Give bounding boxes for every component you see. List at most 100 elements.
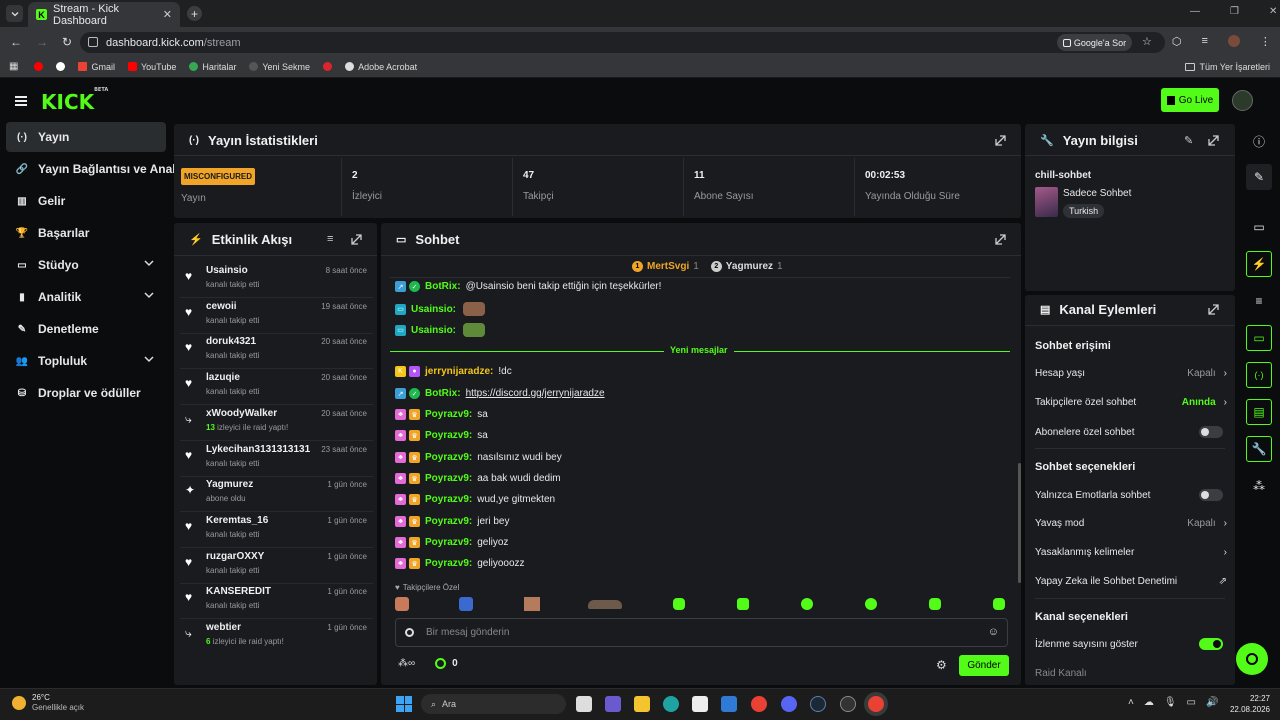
activity-item[interactable]: ✦ Yagmurez abone oldu 1 gün önce	[183, 476, 371, 510]
emotes-only-row[interactable]: Yalnızca Emotlarla sohbet	[1035, 489, 1227, 501]
emote-kick-green[interactable]	[737, 598, 749, 610]
chat-input[interactable]: Bir mesaj gönderin ☺	[395, 618, 1008, 647]
site-info-icon[interactable]	[88, 37, 98, 47]
chat-username[interactable]: jerrynijaradze:	[425, 366, 493, 377]
activity-username[interactable]: xWoodyWalker	[206, 408, 277, 419]
chat-username[interactable]: Poyrazv9:	[425, 430, 472, 441]
discord-icon[interactable]	[781, 696, 797, 712]
activity-item[interactable]: ♥ cewoii kanalı takip etti 19 saat önce	[183, 298, 371, 332]
emote-face[interactable]	[524, 597, 540, 611]
activity-username[interactable]: Usainsio	[206, 265, 248, 276]
chat-scrollbar[interactable]	[1018, 463, 1021, 583]
activity-item[interactable]: ♥ Lykecihan3131313131 kanalı takip etti …	[183, 441, 371, 475]
chat-emote[interactable]	[463, 302, 486, 316]
back-arrow-icon[interactable]: ←	[10, 35, 22, 49]
activity-username[interactable]: doruk4321	[206, 336, 256, 347]
popout-icon[interactable]	[1208, 304, 1219, 315]
weather-widget[interactable]: 26°C Genellikle açık	[12, 693, 84, 713]
kick-logo[interactable]: KICKBETA	[41, 87, 108, 114]
store-icon[interactable]	[692, 696, 708, 712]
steam-icon[interactable]	[810, 696, 826, 712]
browser-menu-icon[interactable]: ⋮	[1260, 35, 1271, 48]
url-field[interactable]: dashboard.kick.com/stream	[80, 32, 1165, 53]
banned-words-row[interactable]: Yasaklanmış kelimeler ›	[1035, 547, 1227, 558]
activity-item[interactable]: ♥ KANSEREDIT kanalı takip etti 1 gün önc…	[183, 583, 371, 617]
category-name[interactable]: Sadece Sohbet	[1063, 188, 1131, 199]
chat-username[interactable]: Usainsio:	[411, 325, 456, 336]
sidebar-item-analitik[interactable]: ▮ Analitik	[6, 282, 166, 312]
show-viewers-toggle[interactable]	[1199, 638, 1223, 650]
emote-kick-green[interactable]	[673, 598, 685, 610]
support-chat-button[interactable]	[1236, 643, 1268, 675]
bookmark-youtube[interactable]: YouTube	[127, 62, 176, 72]
emote-kick-green[interactable]	[993, 598, 1005, 610]
chat-username[interactable]: Poyrazv9:	[425, 452, 472, 463]
bookmark-new-tab[interactable]: Yeni Sekme	[249, 62, 310, 72]
activity-username[interactable]: Keremtas_16	[206, 515, 268, 526]
sidebar-item-gelir[interactable]: ▥ Gelir	[6, 186, 166, 216]
popout-icon[interactable]	[995, 135, 1006, 146]
chat-username[interactable]: Poyrazv9:	[425, 516, 472, 527]
chrome-active-icon[interactable]	[868, 696, 884, 712]
all-bookmarks[interactable]: Tüm Yer İşaretleri	[1185, 62, 1270, 72]
activity-username[interactable]: KANSEREDIT	[206, 586, 271, 597]
send-button[interactable]: Gönder	[959, 655, 1009, 676]
activity-username[interactable]: lazuqie	[206, 372, 240, 383]
emote-kick-green[interactable]	[865, 598, 877, 610]
taskbar-search[interactable]: ⌕ Ara	[421, 694, 566, 714]
show-viewers-row[interactable]: İzlenme sayısını göster	[1035, 638, 1227, 650]
activity-username[interactable]: Yagmurez	[206, 479, 253, 490]
rail-list-icon[interactable]: ≡	[1246, 288, 1272, 314]
ai-moderation-row[interactable]: Yapay Zeka ile Sohbet Denetimi ⇗	[1035, 576, 1227, 587]
hamburger-menu-icon[interactable]	[15, 96, 27, 106]
activity-username[interactable]: Lykecihan3131313131	[206, 444, 310, 455]
chat-username[interactable]: Poyrazv9:	[425, 537, 472, 548]
bookmark-youtube-music[interactable]	[34, 62, 44, 71]
chat-username[interactable]: Poyrazv9:	[425, 558, 472, 569]
tray-network-icon[interactable]: ▭	[1187, 697, 1196, 708]
chat-username[interactable]: Poyrazv9:	[425, 409, 472, 420]
drops-infinity-icon[interactable]: ⁂∞	[398, 658, 415, 669]
file-explorer-icon[interactable]	[634, 696, 650, 712]
chrome-icon[interactable]	[751, 696, 767, 712]
rail-actions-icon[interactable]: ▤	[1246, 399, 1272, 425]
activity-item[interactable]: ♥ Keremtas_16 kanalı takip etti 1 gün ön…	[183, 512, 371, 546]
subs-only-toggle[interactable]	[1199, 426, 1223, 438]
chat-emote[interactable]	[463, 323, 486, 337]
profile-avatar-icon[interactable]	[1227, 35, 1240, 47]
popout-icon[interactable]	[351, 234, 362, 245]
obs-icon[interactable]	[840, 696, 856, 712]
activity-item[interactable]: ♥ ruzgarOXXY kanalı takip etti 1 gün önc…	[183, 548, 371, 582]
activity-item[interactable]: ⤷ xWoodyWalker 13 izleyici ile raid yapt…	[183, 405, 371, 439]
gifter-name[interactable]: Yagmurez	[726, 261, 773, 272]
tab-search-button[interactable]	[6, 5, 23, 22]
mail-icon[interactable]	[721, 696, 737, 712]
sidebar-item-topluluk[interactable]: 👥 Topluluk	[6, 346, 166, 376]
bookmark-google[interactable]	[56, 62, 66, 71]
edge-icon[interactable]	[663, 696, 679, 712]
raid-channel-row[interactable]: Raid Kanalı	[1035, 668, 1227, 679]
rail-stats-icon[interactable]: ▭	[1246, 214, 1272, 240]
reload-icon[interactable]: ↻	[62, 35, 72, 49]
rail-drops-icon[interactable]: ⁂	[1246, 473, 1272, 499]
extensions-icon[interactable]: ⬡	[1172, 35, 1182, 48]
sidebar-item-basarilar[interactable]: 🏆 Başarılar	[6, 218, 166, 248]
slow-mode-row[interactable]: Yavaş mod Kapalı ›	[1035, 518, 1227, 529]
channel-points-icon[interactable]	[435, 658, 447, 669]
sidebar-item-denetleme[interactable]: ✎ Denetleme	[6, 314, 166, 344]
rail-wrench-icon[interactable]: 🔧	[1246, 436, 1272, 462]
account-age-row[interactable]: Hesap yaşı Kapalı ›	[1035, 368, 1227, 379]
close-tab-icon[interactable]: ✕	[163, 8, 172, 21]
tray-chevron-up-icon[interactable]: ˄	[1128, 697, 1134, 708]
minimize-icon[interactable]: —	[1190, 6, 1200, 17]
media-queue-icon[interactable]: ≡	[1201, 35, 1207, 48]
bookmark-acrobat[interactable]: Adobe Acrobat	[345, 62, 417, 72]
sidebar-item-yayin[interactable]: (·) Yayın	[6, 122, 166, 152]
edit-pencil-icon[interactable]: ✎	[1184, 134, 1193, 147]
new-tab-button[interactable]: +	[187, 6, 202, 21]
forward-arrow-icon[interactable]: →	[36, 35, 48, 49]
emoji-icon[interactable]: ☺	[988, 626, 999, 638]
emote-kick-green[interactable]	[929, 598, 941, 610]
rail-activity-icon[interactable]: ⚡	[1246, 251, 1272, 277]
bookmark-star-icon[interactable]: ☆	[1142, 35, 1152, 48]
